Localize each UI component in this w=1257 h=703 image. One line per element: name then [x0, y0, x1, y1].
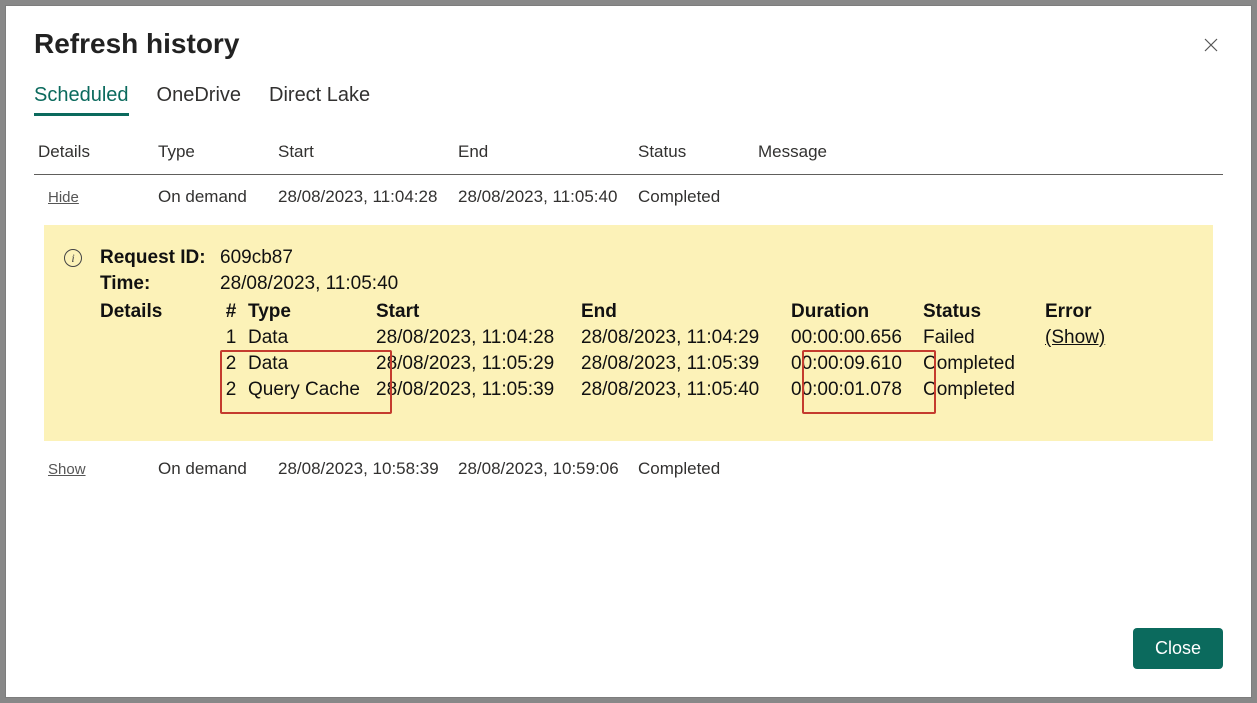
- dcol-duration: Duration: [791, 299, 923, 325]
- col-end: End: [454, 134, 634, 175]
- detail-row: 2 Query Cache 28/08/2023, 11:05:39 28/08…: [100, 377, 1125, 403]
- cell-message: [754, 447, 1223, 491]
- col-type: Type: [154, 134, 274, 175]
- history-row-2: Show On demand 28/08/2023, 10:58:39 28/0…: [34, 447, 1223, 491]
- dcell-status: Completed: [923, 351, 1045, 377]
- refresh-history-dialog: Refresh history Scheduled OneDrive Direc…: [6, 6, 1251, 697]
- table-area: Details Type Start End Status Message Hi…: [6, 134, 1251, 612]
- cell-end: 28/08/2023, 11:05:40: [454, 175, 634, 219]
- request-id-label: Request ID:: [100, 247, 220, 269]
- detail-row: 1 Data 28/08/2023, 11:04:28 28/08/2023, …: [100, 325, 1125, 351]
- dcell-error: [1045, 377, 1125, 403]
- table-row: Hide On demand 28/08/2023, 11:04:28 28/0…: [34, 175, 1223, 219]
- dcol-status: Status: [923, 299, 1045, 325]
- detail-panel: i Request ID: 609cb87 Time: 28/08/2023, …: [44, 225, 1213, 441]
- time-label: Time:: [100, 273, 220, 295]
- dcell-type: Data: [248, 351, 376, 377]
- dialog-title: Refresh history: [34, 28, 1223, 60]
- dcol-error: Error: [1045, 299, 1125, 325]
- col-message: Message: [754, 134, 1223, 175]
- history-table: Details Type Start End Status Message: [34, 134, 1223, 175]
- dcol-end: End: [581, 299, 791, 325]
- cell-start: 28/08/2023, 11:04:28: [274, 175, 454, 219]
- tab-scheduled[interactable]: Scheduled: [34, 84, 129, 116]
- table-row: Show On demand 28/08/2023, 10:58:39 28/0…: [34, 447, 1223, 491]
- dcell-duration: 00:00:01.078: [791, 377, 923, 403]
- dcell-n: 2: [220, 377, 248, 403]
- dcell-type: Query Cache: [248, 377, 376, 403]
- col-start: Start: [274, 134, 454, 175]
- dcell-type: Data: [248, 325, 376, 351]
- dcell-start: 28/08/2023, 11:04:28: [376, 325, 581, 351]
- dcell-end: 28/08/2023, 11:04:29: [581, 325, 791, 351]
- error-show-link[interactable]: (Show): [1045, 327, 1105, 348]
- toggle-details-link[interactable]: Hide: [38, 189, 79, 206]
- cell-type: On demand: [154, 447, 274, 491]
- dcol-hash: #: [220, 299, 248, 325]
- dcell-start: 28/08/2023, 11:05:39: [376, 377, 581, 403]
- col-details: Details: [34, 134, 154, 175]
- dcell-n: 2: [220, 351, 248, 377]
- dcell-status: Failed: [923, 325, 1045, 351]
- col-status: Status: [634, 134, 754, 175]
- tab-onedrive[interactable]: OneDrive: [157, 84, 241, 116]
- dcell-duration: 00:00:09.610: [791, 351, 923, 377]
- dcell-duration: 00:00:00.656: [791, 325, 923, 351]
- cell-start: 28/08/2023, 10:58:39: [274, 447, 454, 491]
- dcol-type: Type: [248, 299, 376, 325]
- dialog-header: Refresh history: [6, 6, 1251, 60]
- dcell-end: 28/08/2023, 11:05:39: [581, 351, 791, 377]
- detail-table: Details # Type Start End Duration Status…: [100, 299, 1125, 403]
- cell-type: On demand: [154, 175, 274, 219]
- dcell-end: 28/08/2023, 11:05:40: [581, 377, 791, 403]
- time-value: 28/08/2023, 11:05:40: [220, 273, 398, 295]
- dcell-error: [1045, 351, 1125, 377]
- close-icon[interactable]: [1199, 34, 1223, 58]
- close-button[interactable]: Close: [1133, 628, 1223, 669]
- cell-status: Completed: [634, 447, 754, 491]
- dcol-start: Start: [376, 299, 581, 325]
- details-label: Details: [100, 299, 220, 325]
- cell-end: 28/08/2023, 10:59:06: [454, 447, 634, 491]
- dcell-n: 1: [220, 325, 248, 351]
- dcell-status: Completed: [923, 377, 1045, 403]
- info-icon: i: [64, 249, 82, 267]
- history-row-1: Hide On demand 28/08/2023, 11:04:28 28/0…: [34, 175, 1223, 219]
- dialog-footer: Close: [6, 612, 1251, 697]
- scroll-region[interactable]: Details Type Start End Status Message Hi…: [34, 134, 1231, 612]
- tab-directlake[interactable]: Direct Lake: [269, 84, 370, 116]
- detail-row: 2 Data 28/08/2023, 11:05:29 28/08/2023, …: [100, 351, 1125, 377]
- tabs: Scheduled OneDrive Direct Lake: [6, 60, 1251, 116]
- toggle-details-link[interactable]: Show: [38, 461, 86, 478]
- cell-message: [754, 175, 1223, 219]
- cell-status: Completed: [634, 175, 754, 219]
- dcell-start: 28/08/2023, 11:05:29: [376, 351, 581, 377]
- request-id-value: 609cb87: [220, 247, 293, 269]
